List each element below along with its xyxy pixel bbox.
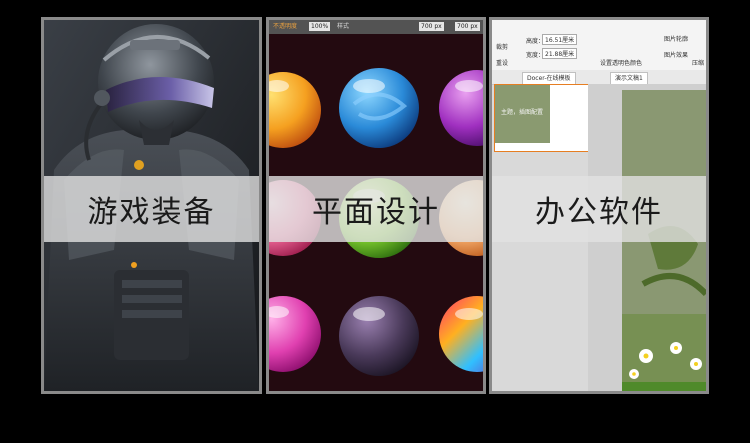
category-label: 办公软件 xyxy=(492,176,706,242)
compress-button[interactable]: 压缩 xyxy=(692,58,704,67)
width-input[interactable]: 21.88厘米 xyxy=(542,48,578,59)
office-software-panel[interactable]: 裁剪 重设 高度： 16.51厘米 宽度： 21.88厘米 设置透明色 颜色 图… xyxy=(489,17,709,394)
crop-button[interactable]: 裁剪 xyxy=(496,42,508,51)
height-field[interactable]: 700 px xyxy=(455,22,480,31)
graphic-design-panel[interactable]: 不透明度 100% 样式 700 px 700 px 平面设计 xyxy=(266,17,486,394)
opacity-label: 不透明度 xyxy=(273,23,298,30)
category-label: 游戏装备 xyxy=(44,176,259,242)
style-label: 样式 xyxy=(337,23,350,30)
document-tabs: Docer-在线模板 演示文稿1 xyxy=(492,70,706,85)
color-button[interactable]: 颜色 xyxy=(630,58,642,67)
reset-button[interactable]: 重设 xyxy=(496,58,508,67)
picture-effect-button[interactable]: 图片效果 xyxy=(664,50,688,59)
picture-outline-button[interactable]: 图片轮廓 xyxy=(664,34,688,43)
game-equipment-panel[interactable]: 游戏装备 xyxy=(41,17,262,394)
opacity-field[interactable]: 100% xyxy=(309,22,331,31)
office-ribbon: 裁剪 重设 高度： 16.51厘米 宽度： 21.88厘米 设置透明色 颜色 图… xyxy=(492,20,706,71)
category-label: 平面设计 xyxy=(269,176,483,242)
width-field[interactable]: 700 px xyxy=(419,22,444,31)
slide-thumbnail[interactable]: 主题，插图配置 xyxy=(494,84,590,152)
height-input[interactable]: 16.51厘米 xyxy=(542,34,578,45)
thumb-caption: 主题，插图配置 xyxy=(501,109,544,116)
design-toolbar: 不透明度 100% 样式 700 px 700 px xyxy=(269,20,483,35)
transparent-color-button[interactable]: 设置透明色 xyxy=(600,58,630,67)
